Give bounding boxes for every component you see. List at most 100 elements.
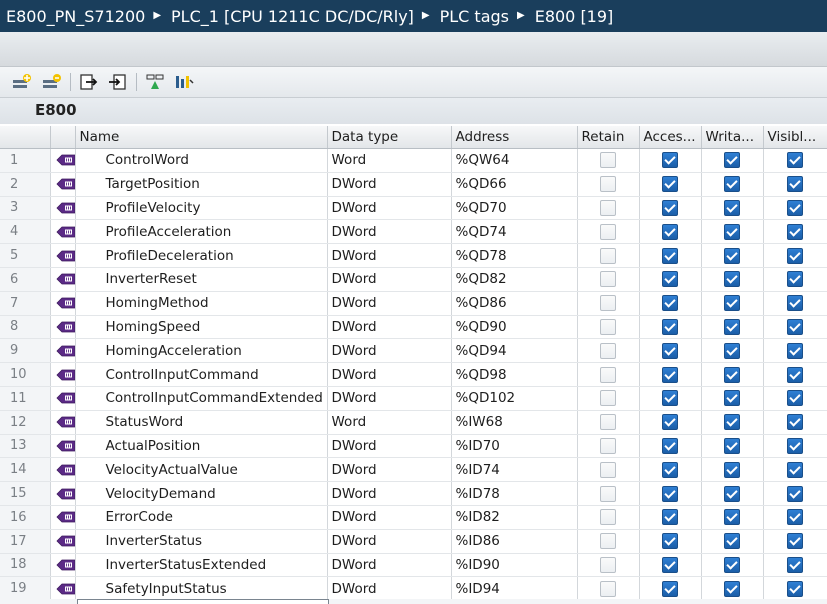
visible-checkbox[interactable] bbox=[787, 247, 803, 264]
writable-checkbox[interactable] bbox=[724, 223, 740, 240]
data-type-cell[interactable]: DWord bbox=[327, 315, 452, 340]
tag-name-cell[interactable]: ActualPosition bbox=[75, 434, 328, 459]
visible-checkbox[interactable] bbox=[787, 199, 803, 216]
writable-checkbox[interactable] bbox=[724, 461, 740, 478]
visible-checkbox[interactable] bbox=[787, 295, 803, 312]
export-icon[interactable] bbox=[79, 72, 99, 92]
writable-checkbox[interactable] bbox=[724, 199, 740, 216]
accessible-checkbox[interactable] bbox=[662, 199, 678, 216]
retain-checkbox[interactable] bbox=[600, 152, 616, 169]
data-type-cell[interactable]: DWord bbox=[327, 457, 452, 483]
address-cell[interactable]: %ID70 bbox=[451, 434, 578, 459]
accessible-checkbox[interactable] bbox=[662, 485, 678, 502]
retain-checkbox[interactable] bbox=[600, 461, 616, 478]
header-retain[interactable]: Retain bbox=[577, 126, 640, 149]
table-row[interactable]: 8 HomingSpeed DWord %QD90 bbox=[0, 315, 827, 340]
tag-name-cell[interactable]: ProfileDeceleration bbox=[75, 243, 328, 268]
address-cell[interactable]: %QW64 bbox=[451, 148, 578, 173]
table-row[interactable]: 18 InverterStatusExtended DWord %ID90 bbox=[0, 553, 827, 578]
retain-checkbox[interactable] bbox=[600, 342, 616, 359]
insert-row-icon[interactable] bbox=[42, 72, 62, 92]
tag-name-cell[interactable]: InverterReset bbox=[75, 267, 328, 292]
address-cell[interactable]: %ID86 bbox=[451, 529, 578, 554]
retain-checkbox[interactable] bbox=[600, 509, 616, 526]
visible-checkbox[interactable] bbox=[787, 437, 803, 454]
table-row[interactable]: 11 ControlInputCommandExtended DWord %QD102 bbox=[0, 386, 827, 411]
tag-name-cell[interactable]: HomingSpeed bbox=[75, 315, 328, 340]
retain-checkbox[interactable] bbox=[600, 414, 616, 431]
add-new-row[interactable] bbox=[0, 599, 827, 604]
tag-name-cell[interactable]: HomingAcceleration bbox=[75, 338, 328, 364]
table-row[interactable]: 7 HomingMethod DWord %QD86 bbox=[0, 291, 827, 316]
visible-checkbox[interactable] bbox=[787, 556, 803, 573]
table-row[interactable]: 4 ProfileAcceleration DWord %QD74 bbox=[0, 219, 827, 245]
visible-checkbox[interactable] bbox=[787, 580, 803, 597]
retain-checkbox[interactable] bbox=[600, 295, 616, 312]
data-type-cell[interactable]: DWord bbox=[327, 243, 452, 268]
accessible-checkbox[interactable] bbox=[662, 414, 678, 431]
data-type-cell[interactable]: DWord bbox=[327, 576, 452, 602]
show-all-icon[interactable] bbox=[174, 72, 194, 92]
accessible-checkbox[interactable] bbox=[662, 152, 678, 169]
address-cell[interactable]: %ID94 bbox=[451, 576, 578, 602]
retain-checkbox[interactable] bbox=[600, 390, 616, 407]
retain-checkbox[interactable] bbox=[600, 533, 616, 550]
accessible-checkbox[interactable] bbox=[662, 271, 678, 288]
visible-checkbox[interactable] bbox=[787, 461, 803, 478]
data-type-cell[interactable]: DWord bbox=[327, 196, 452, 221]
header-accessible[interactable]: Acces... bbox=[639, 126, 702, 149]
visible-checkbox[interactable] bbox=[787, 485, 803, 502]
writable-checkbox[interactable] bbox=[724, 318, 740, 335]
address-cell[interactable]: %QD70 bbox=[451, 196, 578, 221]
visible-checkbox[interactable] bbox=[787, 176, 803, 193]
writable-checkbox[interactable] bbox=[724, 247, 740, 264]
address-cell[interactable]: %QD74 bbox=[451, 219, 578, 245]
table-row[interactable]: 1 ControlWord Word %QW64 bbox=[0, 148, 827, 173]
accessible-checkbox[interactable] bbox=[662, 366, 678, 383]
header-address[interactable]: Address bbox=[451, 126, 578, 149]
visible-checkbox[interactable] bbox=[787, 342, 803, 359]
retain-checkbox[interactable] bbox=[600, 580, 616, 597]
address-cell[interactable]: %ID78 bbox=[451, 481, 578, 506]
data-type-cell[interactable]: DWord bbox=[327, 505, 452, 530]
table-row[interactable]: 5 ProfileDeceleration DWord %QD78 bbox=[0, 243, 827, 268]
tag-name-cell[interactable]: ProfileVelocity bbox=[75, 196, 328, 221]
data-type-cell[interactable]: DWord bbox=[327, 291, 452, 316]
accessible-checkbox[interactable] bbox=[662, 437, 678, 454]
writable-checkbox[interactable] bbox=[724, 509, 740, 526]
visible-checkbox[interactable] bbox=[787, 414, 803, 431]
accessible-checkbox[interactable] bbox=[662, 556, 678, 573]
retain-checkbox[interactable] bbox=[600, 199, 616, 216]
accessible-checkbox[interactable] bbox=[662, 176, 678, 193]
writable-checkbox[interactable] bbox=[724, 176, 740, 193]
tag-name-cell[interactable]: VelocityDemand bbox=[75, 481, 328, 506]
data-type-cell[interactable]: Word bbox=[327, 148, 452, 173]
data-type-cell[interactable]: DWord bbox=[327, 434, 452, 459]
table-row[interactable]: 16 ErrorCode DWord %ID82 bbox=[0, 505, 827, 530]
table-row[interactable]: 6 InverterReset DWord %QD82 bbox=[0, 267, 827, 292]
retain-checkbox[interactable] bbox=[600, 485, 616, 502]
retain-checkbox[interactable] bbox=[600, 271, 616, 288]
retain-checkbox[interactable] bbox=[600, 176, 616, 193]
data-type-cell[interactable]: DWord bbox=[327, 529, 452, 554]
accessible-checkbox[interactable] bbox=[662, 247, 678, 264]
tag-name-cell[interactable]: TargetPosition bbox=[75, 172, 328, 197]
breadcrumb-plc-tags[interactable]: PLC tags bbox=[434, 7, 509, 26]
writable-checkbox[interactable] bbox=[724, 271, 740, 288]
table-row[interactable]: 12 StatusWord Word %IW68 bbox=[0, 410, 827, 435]
writable-checkbox[interactable] bbox=[724, 533, 740, 550]
address-cell[interactable]: %QD78 bbox=[451, 243, 578, 268]
data-type-cell[interactable]: DWord bbox=[327, 386, 452, 411]
data-type-cell[interactable]: DWord bbox=[327, 362, 452, 387]
writable-checkbox[interactable] bbox=[724, 556, 740, 573]
breadcrumb-project[interactable]: E800_PN_S71200 bbox=[0, 7, 145, 26]
table-row[interactable]: 19 SafetyInputStatus DWord %ID94 bbox=[0, 576, 827, 602]
writable-checkbox[interactable] bbox=[724, 437, 740, 454]
address-cell[interactable]: %ID90 bbox=[451, 553, 578, 578]
writable-checkbox[interactable] bbox=[724, 485, 740, 502]
address-cell[interactable]: %QD94 bbox=[451, 338, 578, 364]
tag-name-cell[interactable]: VelocityActualValue bbox=[75, 457, 328, 483]
retain-checkbox[interactable] bbox=[600, 437, 616, 454]
data-type-cell[interactable]: DWord bbox=[327, 553, 452, 578]
address-cell[interactable]: %ID82 bbox=[451, 505, 578, 530]
